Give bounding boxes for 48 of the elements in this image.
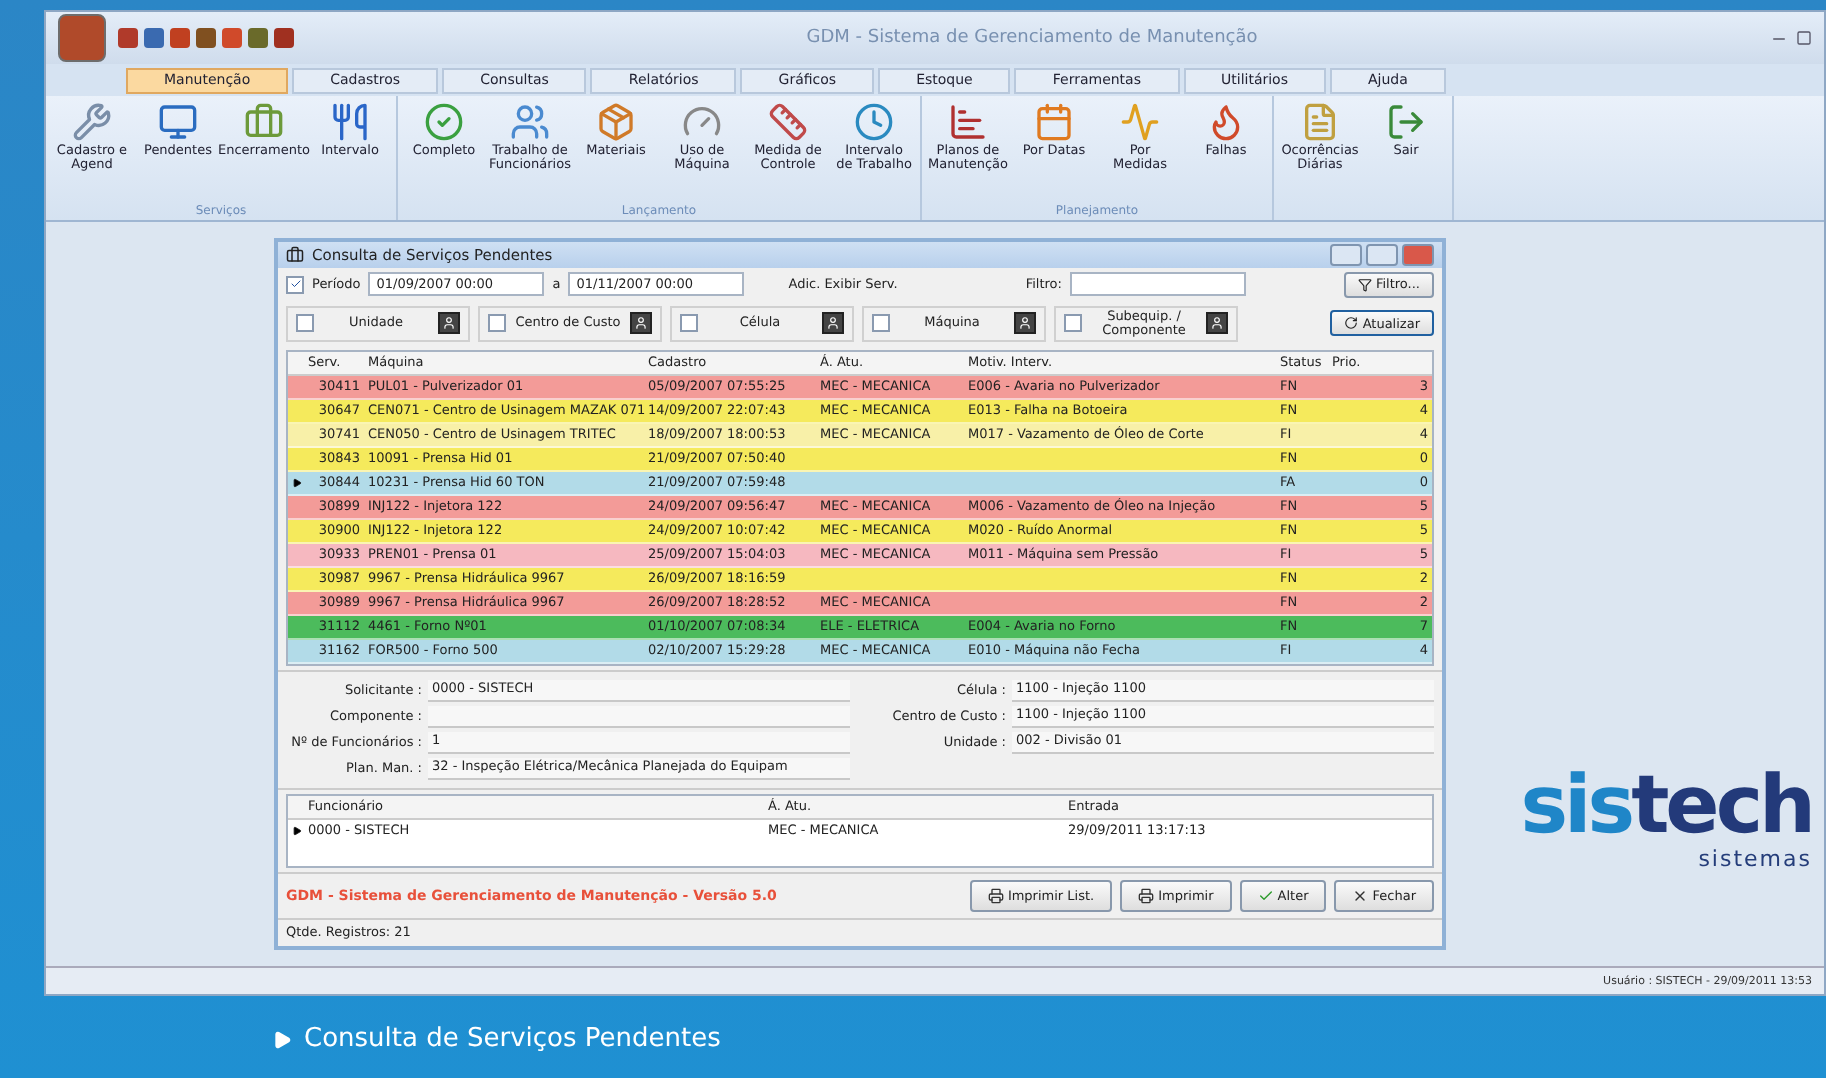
lookup-button[interactable] bbox=[822, 312, 844, 335]
printer-icon bbox=[987, 888, 1004, 904]
filter-checkbox[interactable] bbox=[296, 314, 314, 333]
package-icon bbox=[596, 102, 636, 142]
maximize-icon[interactable] bbox=[1796, 29, 1812, 45]
check-circle-icon bbox=[424, 102, 464, 142]
row-pointer-icon bbox=[291, 825, 301, 836]
check-icon bbox=[1257, 888, 1274, 904]
logo-wordmark: sistech bbox=[1520, 766, 1812, 846]
calendar-icon bbox=[1034, 102, 1074, 142]
close-icon bbox=[1352, 888, 1369, 904]
document-icon bbox=[1300, 102, 1340, 142]
row-pointer-icon bbox=[291, 477, 301, 488]
users-icon bbox=[510, 102, 550, 142]
minimize-button[interactable] bbox=[1330, 243, 1362, 266]
filter-icon bbox=[1357, 277, 1372, 292]
refresh-icon bbox=[1344, 316, 1359, 331]
window-title: GDM - Sistema de Gerenciamento de Manutenção bbox=[804, 28, 1260, 48]
filter-checkbox[interactable] bbox=[488, 314, 506, 333]
bullet-icon bbox=[272, 1029, 292, 1049]
ruler-icon bbox=[768, 102, 808, 142]
lookup-button[interactable] bbox=[1206, 312, 1228, 335]
filter-checkbox[interactable] bbox=[1064, 314, 1082, 333]
wrench-icon bbox=[72, 102, 112, 142]
user-icon bbox=[1210, 316, 1224, 331]
clock-icon bbox=[854, 102, 894, 142]
lookup-button[interactable] bbox=[630, 312, 652, 335]
filter-checkbox[interactable] bbox=[872, 314, 890, 333]
bar-chart-icon bbox=[948, 102, 988, 142]
printer-icon bbox=[1138, 888, 1155, 904]
filter-checkbox[interactable] bbox=[680, 314, 698, 333]
period-checkbox[interactable] bbox=[286, 275, 304, 294]
user-icon bbox=[1018, 316, 1032, 331]
maximize-button[interactable] bbox=[1366, 243, 1398, 266]
filter-dropdown[interactable] bbox=[1069, 272, 1246, 297]
lookup-button[interactable] bbox=[438, 312, 460, 335]
logo-tagline: sistemas bbox=[1698, 846, 1812, 872]
activity-icon bbox=[1120, 102, 1160, 142]
lookup-button[interactable] bbox=[1014, 312, 1036, 335]
dialog-icon bbox=[286, 245, 304, 264]
user-icon bbox=[634, 316, 648, 331]
user-icon bbox=[826, 316, 840, 331]
exit-icon bbox=[1386, 102, 1426, 142]
user-icon bbox=[442, 316, 456, 331]
close-button[interactable] bbox=[1402, 243, 1434, 266]
monitor-icon bbox=[158, 102, 198, 142]
briefcase-icon bbox=[244, 102, 284, 142]
caption-text: Consulta de Serviços Pendentes bbox=[304, 1024, 721, 1054]
